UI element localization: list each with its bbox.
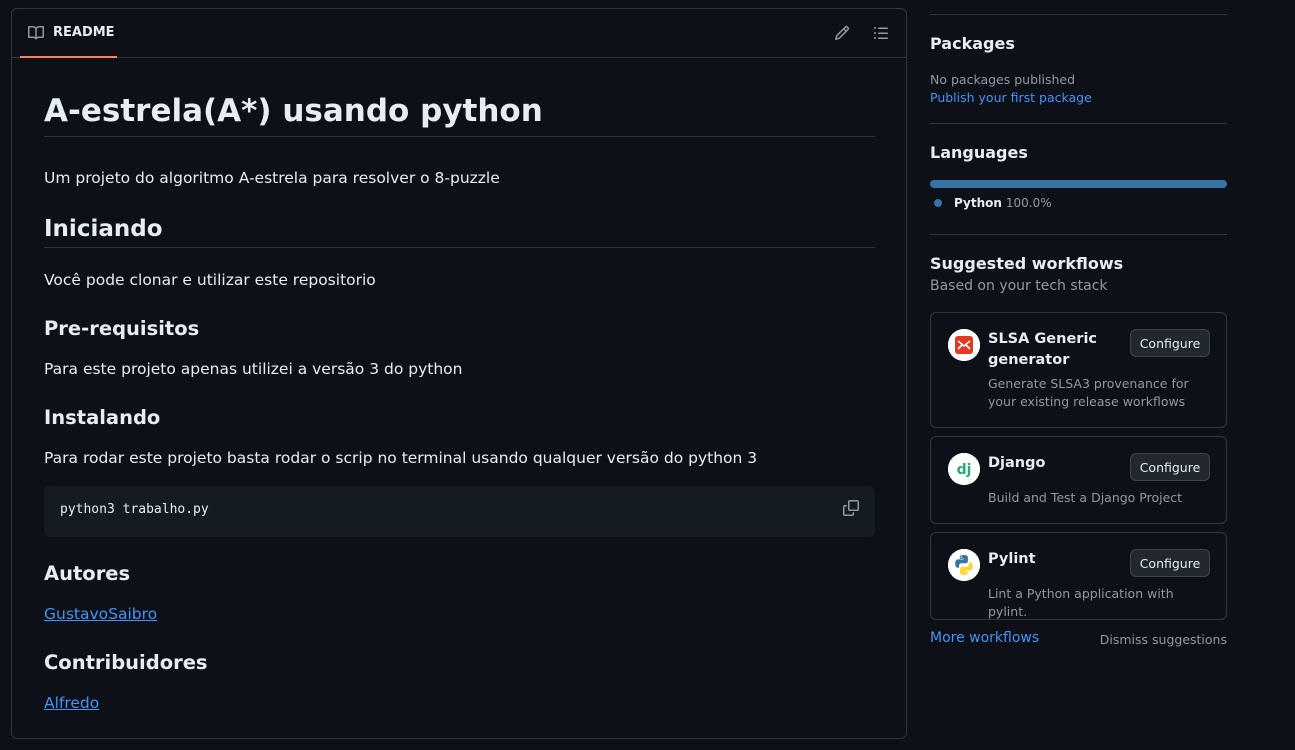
python-color-dot [934,199,942,207]
workflow-card-django: dj Django Configure Build and Test a Dja… [930,436,1227,524]
copy-icon [843,500,859,516]
languages-title: Languages [930,143,1028,162]
book-icon [28,24,46,42]
workflows-subtitle: Based on your tech stack [930,278,1108,294]
publish-package-link[interactable]: Publish your first package [930,90,1092,105]
workflow-description: Lint a Python application with pylint. [988,586,1174,619]
language-bar [930,180,1227,188]
heading-prereq: Pre-requisitos [44,317,200,340]
readme-title: A-estrela(A*) usando python [44,92,875,137]
paragraph-instalando: Para rodar este projeto basta rodar o sc… [44,449,758,467]
workflow-name: Django [988,455,1046,471]
readme-panel: README A-estrela(A*) usando python Um pr… [11,8,907,739]
language-percent: 100.0% [1005,196,1052,210]
readme-tab[interactable]: README [20,9,117,58]
dismiss-suggestions-button[interactable]: Dismiss suggestions [1100,632,1227,647]
divider [930,123,1227,124]
workflows-title: Suggested workflows [930,254,1124,273]
outline-button[interactable] [871,23,891,43]
paragraph-prereq: Para este projeto apenas utilizei a vers… [44,360,463,378]
configure-button[interactable]: Configure [1130,453,1210,481]
workflow-card-slsa: SLSA Generic generator Configure Generat… [930,312,1227,428]
heading-contribuidores: Contribuidores [44,651,208,674]
contributor-link[interactable]: Alfredo [44,691,99,715]
repo-sidebar: Packages No packages published Publish y… [930,0,1227,750]
copy-button[interactable] [841,498,861,518]
readme-intro: Um projeto do algoritmo A-estrela para r… [44,169,500,187]
paragraph-iniciando: Você pode clonar e utilizar este reposit… [44,271,376,289]
pencil-icon [834,25,850,41]
code-text[interactable]: python3 trabalho.py [60,502,209,517]
readme-tab-label: README [53,25,115,40]
heading-instalando: Instalando [44,406,161,429]
divider [930,234,1227,235]
workflow-description: Build and Test a Django Project [988,490,1183,505]
list-unordered-icon [874,27,888,39]
workflow-name: Pylint [988,551,1036,567]
language-python[interactable]: Python 100.0% [934,196,1052,210]
workflow-name: SLSA Generic generator [988,331,1098,368]
language-name: Python [954,196,1002,210]
python-icon [948,549,980,581]
more-workflows-link[interactable]: More workflows [930,630,1039,646]
slsa-icon [948,329,980,361]
packages-title[interactable]: Packages [930,34,1015,53]
readme-header: README [12,9,906,58]
workflow-card-pylint: Pylint Configure Lint a Python applicati… [930,532,1227,620]
configure-button[interactable]: Configure [1130,329,1210,357]
divider [930,14,1227,15]
django-icon: dj [948,453,980,485]
configure-button[interactable]: Configure [1130,549,1210,577]
edit-file-button[interactable] [832,23,852,43]
packages-empty-text: No packages published [930,72,1076,87]
author-link[interactable]: GustavoSaibro [44,602,157,626]
workflow-description: Generate SLSA3 provenance for your exist… [988,376,1189,409]
svg-text:dj: dj [957,462,972,478]
heading-iniciando: Iniciando [44,213,875,248]
code-block: python3 trabalho.py [44,486,875,537]
heading-autores: Autores [44,562,131,585]
